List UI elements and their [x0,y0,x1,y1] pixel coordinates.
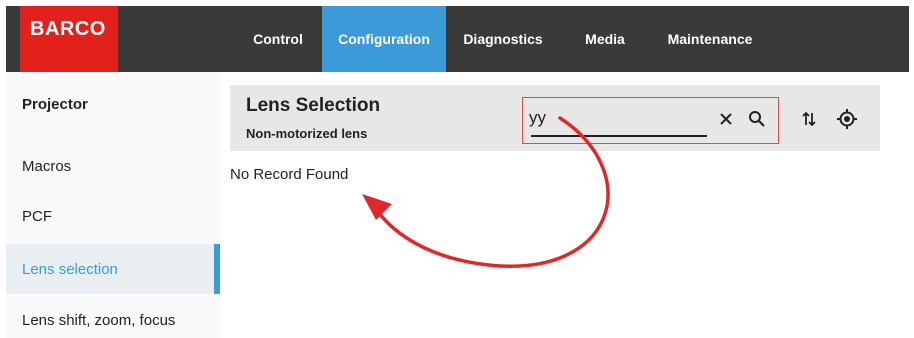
page-header: Lens Selection Non-motorized lens [230,85,880,151]
close-icon[interactable] [715,108,737,130]
sidebar-item-label: Lens selection [22,261,118,278]
search-icon[interactable] [745,107,769,131]
sidebar-item-label: Projector [22,96,88,113]
main-content: Lens Selection Non-motorized lens yy No … [220,72,909,338]
search-underline [531,135,707,137]
tab-diagnostics[interactable]: Diagnostics [452,6,554,72]
tab-control[interactable]: Control [238,6,318,72]
sidebar-item-label: PCF [22,208,52,225]
search-highlight-box [522,97,779,144]
page-subtitle: Non-motorized lens [246,126,368,141]
sidebar: Projector Macros PCF Lens selection Lens… [6,72,220,338]
sidebar-item-pcf[interactable]: PCF [6,196,220,236]
sidebar-item-projector[interactable]: Projector [6,72,220,132]
sidebar-item-lens-selection[interactable]: Lens selection [6,244,220,294]
tab-maintenance[interactable]: Maintenance [650,6,770,72]
tab-label: Control [253,31,303,47]
tab-label: Media [585,31,625,47]
tab-label: Diagnostics [463,31,543,47]
tab-label: Configuration [338,31,430,47]
sidebar-item-lens-shift-zoom-focus[interactable]: Lens shift, zoom, focus [6,302,220,338]
tab-label: Maintenance [667,31,753,47]
sidebar-item-label: Lens shift, zoom, focus [22,312,176,329]
tab-configuration[interactable]: Configuration [322,6,446,72]
locate-icon[interactable] [834,106,860,132]
page-title: Lens Selection [246,95,381,116]
barco-logo: BARCO [20,6,118,72]
sidebar-item-macros[interactable]: Macros [6,148,220,188]
empty-state-message: No Record Found [230,166,349,183]
search-input[interactable] [529,104,684,132]
tab-media[interactable]: Media [570,6,640,72]
sidebar-item-label: Macros [22,158,72,175]
sort-icon[interactable] [797,107,821,131]
logo-text: BARCO [30,18,106,40]
